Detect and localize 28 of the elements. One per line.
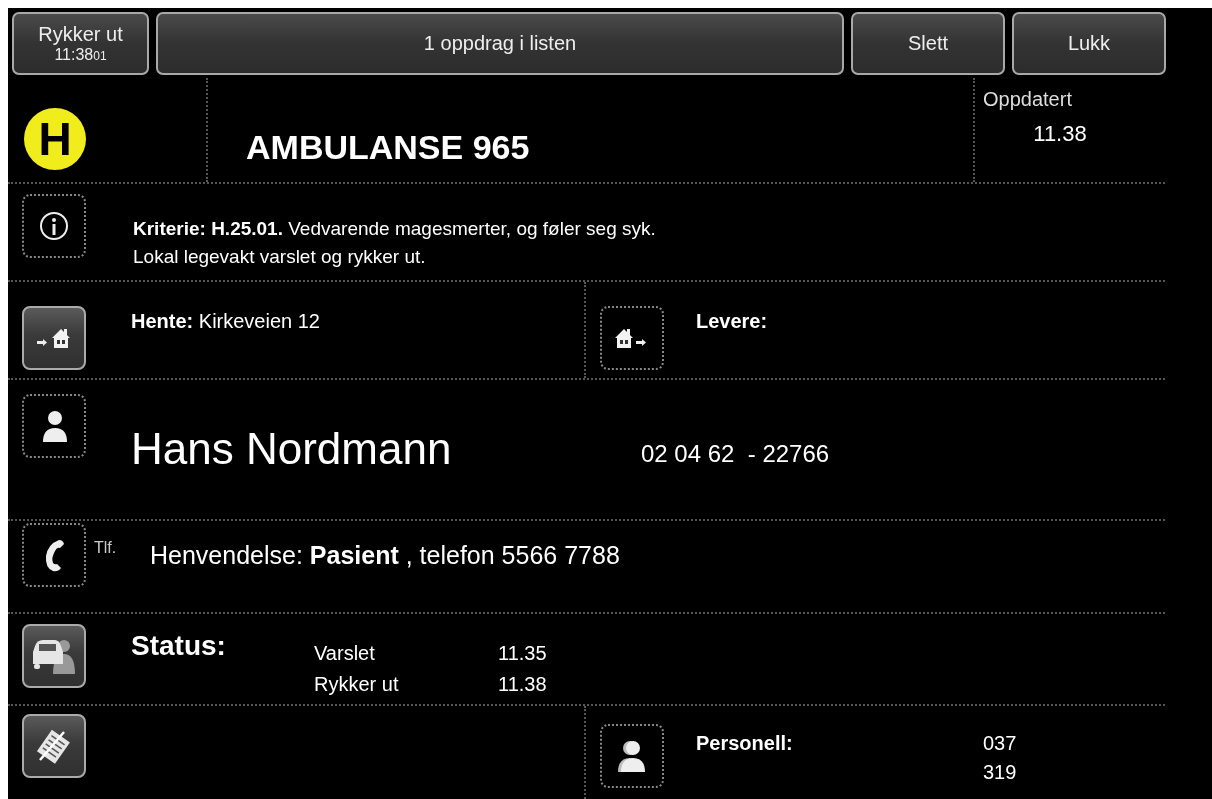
status-name: Rykker ut [314,673,400,696]
priority-badge: H [24,108,86,170]
delete-button[interactable]: Slett [851,12,1005,75]
pickup-address: Hente: Kirkeveien 12 [131,310,320,333]
personnel-id: 037 [983,732,1017,755]
info-icon [38,210,70,242]
status-button[interactable]: Rykker ut 11:3801 [12,12,149,75]
list-button[interactable]: 1 oppdrag i listen [156,12,844,75]
delivery-label: Levere: [696,310,768,333]
personnel-id: 319 [983,761,1017,784]
updated-time: 11.38 [1033,121,1087,147]
pickup-button[interactable] [22,306,86,370]
close-button[interactable]: Lukk [1012,12,1166,75]
status-time: 11.38 [498,673,547,696]
info-text: Lokal legevakt varslet og rykker ut. [133,246,427,268]
updated-label: Oppdatert [983,88,1072,111]
phone-prefix: Tlf. [94,539,118,557]
notepad-button[interactable] [22,714,86,778]
patient-name: Hans Nordmann [131,424,453,474]
personnel-label: Personell: [696,732,794,755]
caller-text: Henvendelse: Pasient , telefon 5566 7788 [150,541,620,570]
vehicle-button[interactable] [22,624,86,688]
unit-title: AMBULANSE 965 [246,128,530,167]
status-name: Varslet [314,642,376,665]
patient-id: 02 04 62 - 22766 [641,440,830,468]
status-label: Status: [131,630,227,662]
info-text: Kriterie: H.25.01. Vedvarende magesmerter, og føler seg syk. [133,218,656,240]
status-time: 11.35 [498,642,547,665]
